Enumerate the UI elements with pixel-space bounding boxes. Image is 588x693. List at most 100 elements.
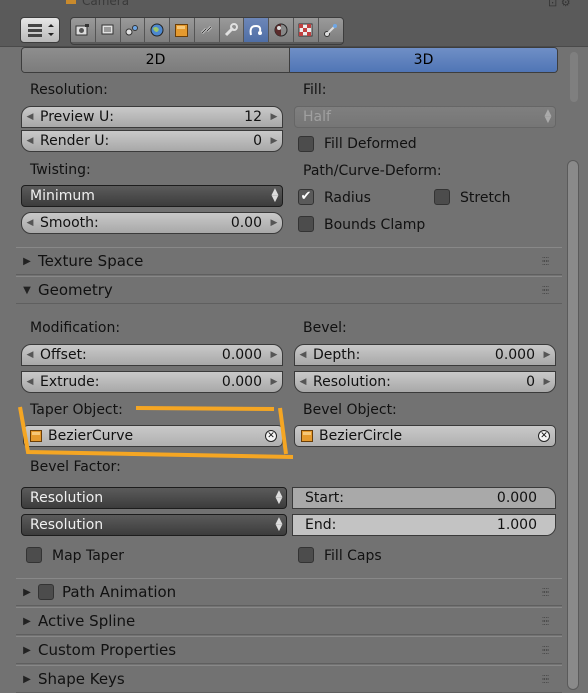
context-tabs: [70, 17, 345, 45]
extrude-value: 0.000: [221, 374, 262, 390]
scrollbar-top[interactable]: [570, 52, 578, 102]
geometry-panel-header[interactable]: ▼ Geometry ::::::::: [16, 276, 562, 304]
drag-grip-icon[interactable]: ::::::::: [536, 284, 554, 296]
toggle-2d-button[interactable]: 2D: [22, 48, 290, 72]
active-spline-panel-header[interactable]: ▶ Active Spline ::::::::: [16, 607, 562, 635]
increment-arrow-icon[interactable]: ▶: [266, 350, 282, 360]
increment-arrow-icon[interactable]: ▶: [266, 377, 282, 387]
decrement-arrow-icon[interactable]: ◀: [22, 350, 38, 360]
toggle-3d-button[interactable]: 3D: [290, 48, 557, 72]
collapsed-triangle-icon: ▶: [23, 586, 31, 598]
decrement-arrow-icon[interactable]: ◀: [22, 112, 38, 122]
render-layers-icon[interactable]: [95, 18, 121, 42]
texture-space-panel-header[interactable]: ▶ Texture Space ::::::::: [16, 247, 562, 275]
texture-icon[interactable]: [293, 18, 319, 42]
collapsed-triangle-icon: ▶: [23, 615, 31, 627]
world-icon[interactable]: [145, 18, 170, 42]
drag-grip-icon[interactable]: ::::::::: [536, 644, 554, 656]
scene-icon[interactable]: [120, 18, 146, 42]
path-animation-title: Path Animation: [62, 583, 177, 601]
drag-grip-icon[interactable]: ::::::::: [536, 673, 554, 685]
decrement-arrow-icon[interactable]: ◀: [295, 350, 311, 360]
increment-arrow-icon[interactable]: ▶: [539, 350, 555, 360]
path-animation-panel-header[interactable]: ▶ Path Animation ::::::::: [16, 578, 562, 606]
shape-keys-panel-header[interactable]: ▶ Shape Keys ::::::::: [16, 665, 562, 693]
editor-type-menu-icon: [28, 24, 54, 37]
drag-grip-icon[interactable]: ::::::::: [536, 255, 554, 267]
smooth-label: Smooth:: [40, 215, 99, 231]
depth-label: Depth:: [313, 347, 361, 363]
end-label: End:: [305, 517, 337, 533]
object-cube-icon: [301, 430, 313, 442]
bevel-start-slider[interactable]: Start: 0.000: [292, 487, 556, 509]
collapsed-triangle-icon: ▶: [23, 673, 31, 685]
offset-label: Offset:: [40, 347, 87, 363]
extrude-field[interactable]: ◀ Extrude: 0.000 ▶: [21, 371, 283, 393]
object-icon[interactable]: [170, 18, 195, 42]
preview-u-label: Preview U:: [40, 109, 114, 125]
clear-x-icon[interactable]: ✕: [538, 430, 550, 442]
increment-arrow-icon[interactable]: ▶: [266, 218, 282, 228]
increment-arrow-icon[interactable]: ▶: [266, 112, 282, 122]
decrement-arrow-icon[interactable]: ◀: [295, 377, 311, 387]
drag-grip-icon[interactable]: ::::::::: [536, 586, 554, 598]
stretch-checkbox[interactable]: [434, 189, 450, 205]
smooth-field[interactable]: ◀ Smooth: 0.00 ▶: [21, 212, 283, 234]
fill-dropdown[interactable]: Half ▲ ▼: [294, 106, 556, 128]
custom-properties-panel-header[interactable]: ▶ Custom Properties ::::::::: [16, 636, 562, 664]
fill-label: Fill:: [303, 82, 327, 98]
bevel-resolution-value: 0: [526, 374, 535, 390]
twisting-value: Minimum: [30, 188, 95, 204]
map-taper-checkbox[interactable]: [26, 547, 42, 563]
increment-arrow-icon[interactable]: ▶: [539, 377, 555, 387]
bevel-factor-mode-end-dropdown[interactable]: Resolution ▲ ▼: [21, 514, 287, 536]
fill-value: Half: [303, 109, 331, 125]
bevel-label: Bevel:: [303, 320, 347, 336]
dimension-toggle: 2D 3D: [21, 47, 558, 73]
bounds-clamp-checkbox[interactable]: [298, 216, 314, 232]
fill-deformed-label: Fill Deformed: [324, 136, 417, 152]
offset-value: 0.000: [221, 347, 262, 363]
offset-field[interactable]: ◀ Offset: 0.000 ▶: [21, 344, 283, 366]
curve-data-icon[interactable]: [244, 18, 269, 42]
increment-arrow-icon[interactable]: ▶: [266, 136, 282, 146]
physics-icon[interactable]: [318, 18, 344, 42]
decrement-arrow-icon[interactable]: ◀: [22, 136, 38, 146]
modifiers-wrench-icon[interactable]: [219, 18, 245, 42]
preview-u-field[interactable]: ◀ Preview U: 12 ▶: [21, 106, 283, 128]
decrement-arrow-icon[interactable]: ◀: [22, 377, 38, 387]
material-icon[interactable]: [269, 18, 294, 42]
modification-label: Modification:: [30, 320, 121, 336]
decrement-arrow-icon[interactable]: ◀: [22, 218, 38, 228]
bevel-end-slider[interactable]: End: 1.000: [292, 514, 556, 536]
bevel-factor-mode-start-value: Resolution: [30, 490, 104, 506]
settings-icon[interactable]: ⊡ ⚙: [548, 0, 571, 9]
fill-deformed-checkbox[interactable]: [298, 136, 314, 152]
path-animation-checkbox[interactable]: [38, 584, 54, 600]
drag-grip-icon[interactable]: ::::::::: [536, 615, 554, 627]
fill-caps-checkbox[interactable]: [298, 547, 314, 563]
render-u-field[interactable]: ◀ Render U: 0 ▶: [21, 130, 283, 152]
depth-field[interactable]: ◀ Depth: 0.000 ▶: [294, 344, 556, 366]
editor-type-menu[interactable]: [20, 17, 60, 43]
bevel-factor-mode-start-dropdown[interactable]: Resolution ▲ ▼: [21, 487, 287, 509]
texture-space-title: Texture Space: [38, 252, 144, 270]
orange-annotation-highlight: [18, 406, 294, 459]
start-label: Start:: [305, 490, 344, 506]
resolution-label: Resolution:: [30, 82, 108, 98]
bevel-object-label: Bevel Object:: [303, 402, 397, 418]
bevel-object-field[interactable]: BezierCircle ✕: [294, 425, 556, 447]
updown-chevron-icon: ▲ ▼: [275, 489, 283, 506]
render-u-label: Render U:: [40, 133, 110, 149]
twisting-dropdown[interactable]: Minimum ▲ ▼: [21, 185, 283, 207]
collapsed-triangle-icon: ▶: [23, 255, 31, 267]
geometry-title: Geometry: [38, 281, 113, 299]
updown-chevron-icon: ▲ ▼: [544, 108, 552, 125]
start-value: 0.000: [496, 490, 537, 506]
constraints-icon[interactable]: [194, 18, 220, 42]
scrollbar-thumb[interactable]: [567, 160, 579, 690]
radius-checkbox[interactable]: ✔: [298, 189, 314, 205]
smooth-value: 0.00: [230, 215, 262, 231]
bevel-resolution-field[interactable]: ◀ Resolution: 0 ▶: [294, 371, 556, 393]
render-icon[interactable]: [71, 18, 96, 42]
